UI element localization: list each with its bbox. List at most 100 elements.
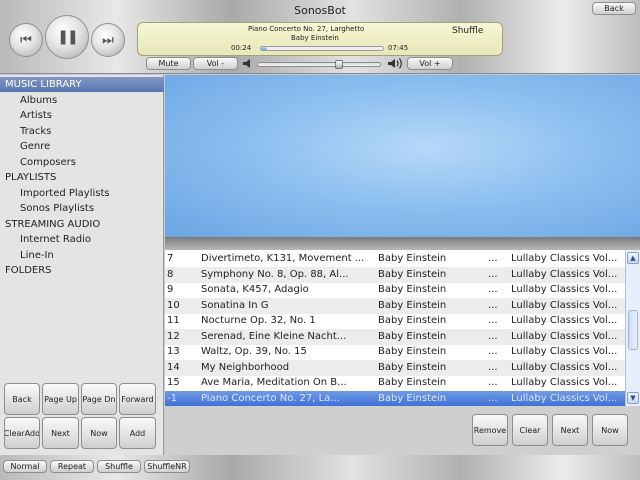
normal-mode-button[interactable]: Normal <box>3 460 47 473</box>
forward-button[interactable]: Forward <box>119 383 156 415</box>
track-album: Lullaby Classics Vol... <box>511 299 618 311</box>
sidebar-item-streaming-audio[interactable]: STREAMING AUDIO <box>0 217 164 232</box>
track-number: 9 <box>167 284 174 295</box>
track-more: ... <box>488 315 498 326</box>
queue-row[interactable]: 15 Ave Maria, Meditation On B... Baby Eins… <box>165 375 625 391</box>
scrollbar-thumb[interactable] <box>628 310 638 350</box>
track-title: Nocturne Op. 32, No. 1 <box>201 315 316 326</box>
queue-row-current[interactable]: -1 Piano Concerto No. 27, La... Baby Einst… <box>165 390 625 406</box>
sidebar-item-imported-playlists[interactable]: Imported Playlists <box>0 186 164 201</box>
sidebar-item-playlists[interactable]: PLAYLISTS <box>0 170 164 185</box>
scroll-down-arrow-icon[interactable]: ▼ <box>627 392 639 404</box>
track-artist: Baby Einstein <box>378 392 447 404</box>
track-artist: Baby Einstein <box>378 346 447 357</box>
page-down-button[interactable]: Page Dn <box>81 383 117 415</box>
track-title: Serenad, Eine Kleine Nacht... <box>201 330 347 342</box>
track-number: 12 <box>167 330 180 342</box>
scroll-up-arrow-icon[interactable]: ▲ <box>627 252 639 264</box>
track-more: ... <box>488 392 498 404</box>
volume-up-button[interactable]: Vol + <box>407 57 453 70</box>
queue-row[interactable]: 14 My Neighborhood Baby Einstein... Lullaby… <box>165 359 625 376</box>
sidebar-item-sonos-playlists[interactable]: Sonos Playlists <box>0 201 164 216</box>
queue-row[interactable]: 9 Sonata, K457, Adagio Baby Einstein... Lul… <box>165 282 625 298</box>
track-number: 10 <box>167 299 180 311</box>
queue-row[interactable]: 12 Serenad, Eine Kleine Nacht... Baby Eins… <box>165 328 625 345</box>
track-more: ... <box>488 346 498 357</box>
track-artist: Baby Einstein <box>378 315 447 326</box>
sidebar-item-internet-radio[interactable]: Internet Radio <box>0 232 164 247</box>
sidebar-item-artists[interactable]: Artists <box>0 108 164 123</box>
sidebar-item-albums[interactable]: Albums <box>0 93 164 108</box>
track-title: Waltz, Op. 39, No. 15 <box>201 346 307 357</box>
shuffle-mode-button[interactable]: Shuffle <box>97 460 141 473</box>
sidebar-item-composers[interactable]: Composers <box>0 155 164 170</box>
track-title: Sonata, K457, Adagio <box>201 284 309 295</box>
sidebar-item-genre[interactable]: Genre <box>0 139 164 154</box>
track-more: ... <box>488 377 498 388</box>
track-title: My Neighborhood <box>201 361 290 373</box>
sidebar-next-button[interactable]: Next <box>42 417 79 449</box>
track-number: 11 <box>167 315 180 326</box>
track-number: 14 <box>167 361 180 373</box>
clear-add-button[interactable]: ClearAdd <box>4 417 40 449</box>
app-back-button[interactable]: Back <box>592 2 636 15</box>
track-number: 15 <box>167 377 180 388</box>
page-up-button[interactable]: Page Up <box>42 383 79 415</box>
sidebar-item-tracks[interactable]: Tracks <box>0 124 164 139</box>
next-icon: ⏭ <box>102 32 114 48</box>
track-number: 13 <box>167 346 180 357</box>
play-pause-button[interactable]: ❚❚ <box>45 15 89 59</box>
track-number: -1 <box>167 392 177 404</box>
track-artist: Baby Einstein <box>378 284 447 295</box>
progress-bar[interactable] <box>260 46 384 51</box>
now-playing-panel: Piano Concerto No. 27, Larghetto Baby Ei… <box>137 22 503 56</box>
track-album: Lullaby Classics Vol... <box>511 284 618 295</box>
shuffle-indicator: Shuffle <box>452 26 484 36</box>
sidebar-item-line-in[interactable]: Line-In <box>0 248 164 263</box>
queue-next-button[interactable]: Next <box>552 414 588 446</box>
track-artist: Baby Einstein <box>378 330 447 342</box>
track-more: ... <box>488 361 498 373</box>
queue-row[interactable]: 11 Nocturne Op. 32, No. 1 Baby Einstein...… <box>165 313 625 329</box>
volume-slider[interactable] <box>257 60 381 69</box>
pause-icon: ❚❚ <box>57 29 79 45</box>
track-album: Lullaby Classics Vol... <box>511 315 618 326</box>
volume-down-button[interactable]: Vol - <box>193 57 238 70</box>
speaker-low-icon <box>242 58 254 69</box>
top-bar: SonosBot Back ⏮ ❚❚ ⏭ Piano Concerto No. … <box>0 0 640 74</box>
track-album: Lullaby Classics Vol... <box>511 268 618 280</box>
repeat-mode-button[interactable]: Repeat <box>50 460 94 473</box>
previous-track-button[interactable]: ⏮ <box>9 23 43 57</box>
track-album: Lullaby Classics Vol... <box>511 377 618 388</box>
track-more: ... <box>488 253 498 264</box>
queue-scrollbar[interactable]: ▲ ▼ <box>625 250 640 406</box>
add-button[interactable]: Add <box>119 417 156 449</box>
sidebar-item-music-library[interactable]: MUSIC LIBRARY <box>0 77 164 92</box>
sidebar-now-button[interactable]: Now <box>81 417 117 449</box>
sidebar-back-button[interactable]: Back <box>4 383 40 415</box>
queue-row[interactable]: 7 Divertimeto, K131, Movement ... Baby Ein… <box>165 251 625 267</box>
sidebar-item-folders[interactable]: FOLDERS <box>0 263 164 278</box>
mute-button[interactable]: Mute <box>146 57 191 70</box>
next-track-button[interactable]: ⏭ <box>91 23 125 57</box>
shuffle-nr-mode-button[interactable]: ShuffleNR <box>144 460 190 473</box>
queue-now-button[interactable]: Now <box>592 414 628 446</box>
queue-row[interactable]: 8 Symphony No. 8, Op. 88, Al... Baby Einst… <box>165 266 625 283</box>
clear-button[interactable]: Clear <box>512 414 548 446</box>
music-library-sidebar: MUSIC LIBRARY Albums Artists Tracks Genre Com… <box>0 75 164 455</box>
track-artist: Baby Einstein <box>378 361 447 373</box>
progress-fill <box>261 47 268 50</box>
queue-row[interactable]: 13 Waltz, Op. 39, No. 15 Baby Einstein... L… <box>165 344 625 360</box>
queue-divider <box>165 237 640 250</box>
queue-row[interactable]: 10 Sonatina In G Baby Einstein... Lullaby C… <box>165 297 625 314</box>
duration-time: 07:45 <box>388 44 409 52</box>
volume-slider-thumb[interactable] <box>334 60 343 69</box>
now-playing-track: Piano Concerto No. 27, Larghetto <box>248 25 365 33</box>
remove-button[interactable]: Remove <box>472 414 508 446</box>
track-more: ... <box>488 299 498 311</box>
previous-icon: ⏮ <box>20 32 32 48</box>
track-more: ... <box>488 284 498 295</box>
track-artist: Baby Einstein <box>378 377 447 388</box>
elapsed-time: 00:24 <box>231 44 252 52</box>
track-artist: Baby Einstein <box>378 299 447 311</box>
